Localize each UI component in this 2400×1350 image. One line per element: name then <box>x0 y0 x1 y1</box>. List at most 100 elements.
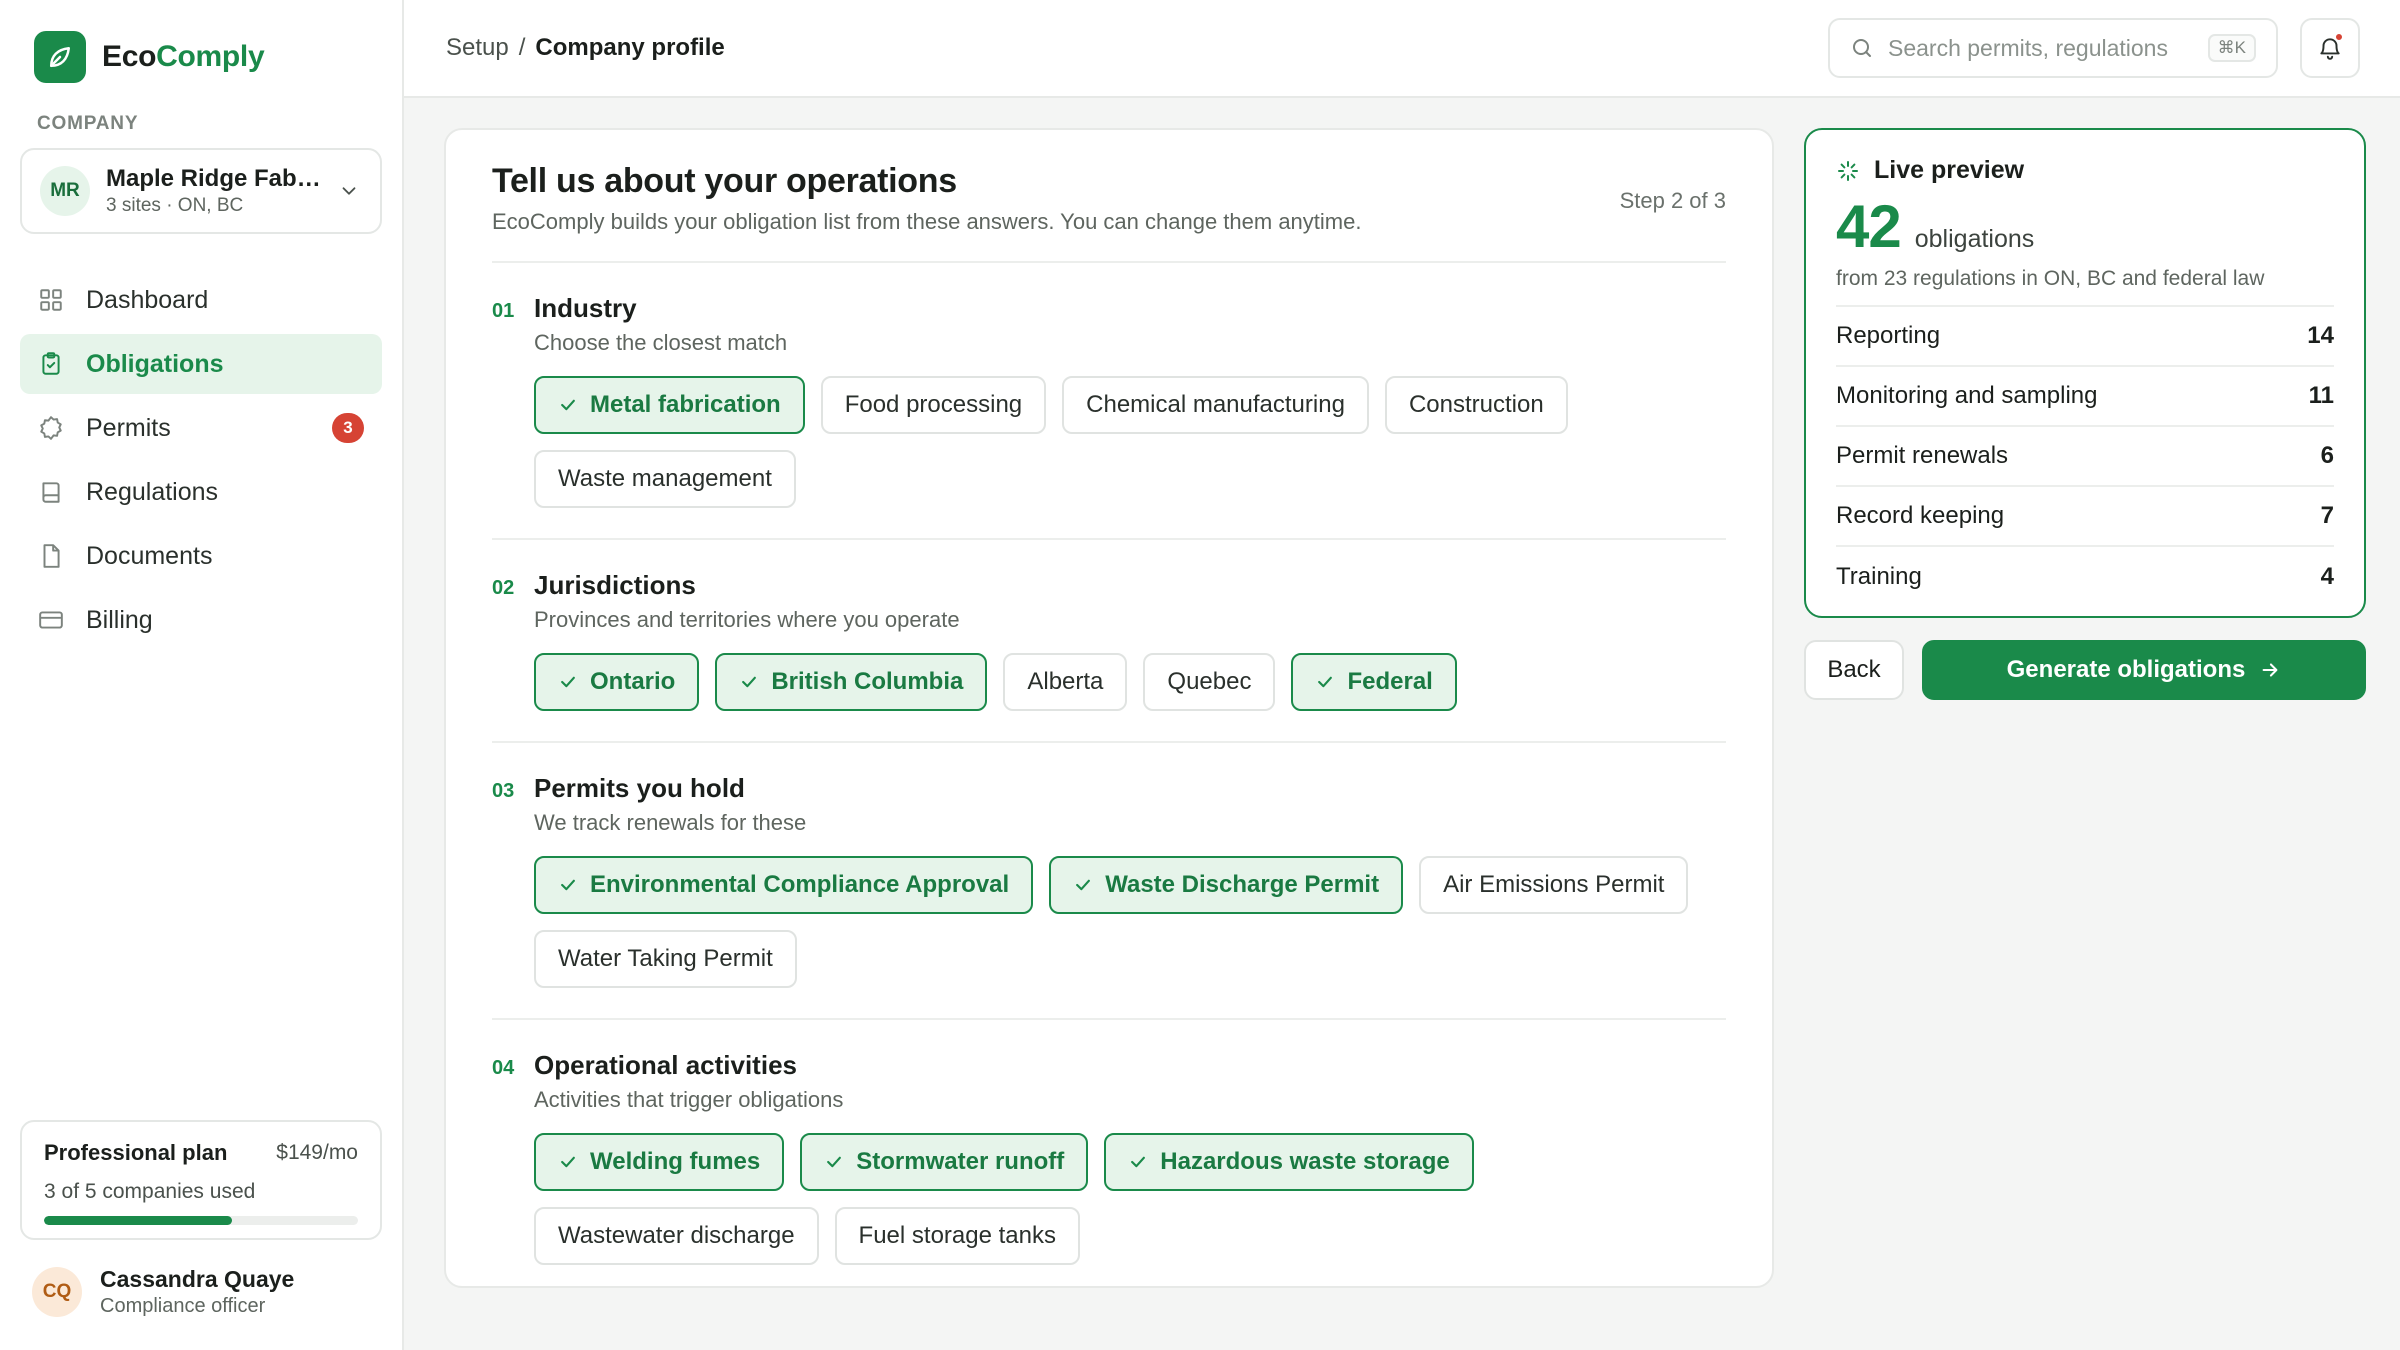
question-title: Operational activities <box>534 1050 797 1080</box>
option-chip[interactable]: Construction <box>1384 376 1568 434</box>
notification-dot <box>2334 32 2344 42</box>
option-label: Food processing <box>844 391 1023 418</box>
option-label: Waste management <box>558 465 772 492</box>
sidebar-item-label: Dashboard <box>86 285 209 314</box>
search-icon <box>1853 39 1871 57</box>
question-subtitle: Choose the closest match <box>534 330 788 355</box>
check-icon <box>827 1156 842 1168</box>
option-chip[interactable]: Welding fumes <box>534 1133 785 1191</box>
company-switcher[interactable]: MR Maple Ridge Fabrication 3 sites · ON,… <box>20 148 382 234</box>
question-section: 01 Industry Choose the closest match Metal … <box>492 263 1726 540</box>
sidebar-item-label: Billing <box>86 605 153 634</box>
breadcrumb-parent[interactable]: Setup <box>446 34 509 62</box>
option-label: Ontario <box>590 668 676 695</box>
sidebar-item-dashboard[interactable]: Dashboard <box>20 270 382 330</box>
permits-count-badge: 3 <box>332 413 364 443</box>
option-chip[interactable]: Wastewater discharge <box>534 1207 819 1265</box>
arrow-right-icon <box>2262 663 2278 677</box>
sparkle-loader-icon <box>1838 160 1858 181</box>
option-label: Wastewater discharge <box>558 1222 795 1249</box>
operations-form: Tell us about your operations EcoComply … <box>444 128 1774 1288</box>
option-chip[interactable]: Ontario <box>534 653 700 711</box>
option-label: Quebec <box>1167 668 1252 695</box>
notifications-button[interactable] <box>2300 18 2360 78</box>
grid-icon <box>40 289 62 311</box>
sidebar-item-documents[interactable]: Documents <box>20 526 382 586</box>
obligation-count: 42 <box>1836 193 1902 260</box>
badge-icon <box>40 416 62 440</box>
sidebar-item-label: Obligations <box>86 349 224 378</box>
sidebar-item-regulations[interactable]: Regulations <box>20 462 382 522</box>
preview-row: Record keeping 7 <box>1836 487 2334 547</box>
check-icon <box>561 399 575 411</box>
option-chip[interactable]: Food processing <box>820 376 1047 434</box>
sidebar-item-obligations[interactable]: Obligations <box>20 334 382 394</box>
generate-obligations-button[interactable]: Generate obligations <box>1922 640 2366 700</box>
option-chip[interactable]: Hazardous waste storage <box>1104 1133 1474 1191</box>
question-number: 04 <box>492 1057 515 1079</box>
option-chip[interactable]: Fuel storage tanks <box>834 1207 1080 1265</box>
company-sub: 3 sites · ON, BC <box>106 195 244 216</box>
plan-progress-fill <box>44 1216 233 1225</box>
option-chip[interactable]: Waste Discharge Permit <box>1049 856 1404 914</box>
option-chip[interactable]: Federal <box>1291 653 1457 711</box>
brand-name: EcoComply <box>102 40 265 73</box>
brand[interactable]: EcoComply <box>20 0 382 114</box>
sidebar-item-permits[interactable]: Permits 3 <box>20 398 382 458</box>
plan-card[interactable]: Professional plan $149/mo 3 of 5 compani… <box>20 1120 382 1240</box>
sidebar-item-billing[interactable]: Billing <box>20 590 382 650</box>
preview-row-label: Training <box>1836 563 1922 590</box>
option-label: Metal fabrication <box>590 391 781 418</box>
search-box[interactable]: ⌘K <box>1828 18 2278 78</box>
option-chip[interactable]: British Columbia <box>715 653 988 711</box>
preview-row-value: 11 <box>2308 382 2334 409</box>
option-label: Alberta <box>1027 668 1104 695</box>
file-icon <box>43 544 60 568</box>
plan-price: $149/mo <box>276 1141 358 1164</box>
option-chip[interactable]: Chemical manufacturing <box>1062 376 1369 434</box>
credit-card-icon <box>39 611 63 629</box>
preview-row-value: 4 <box>2320 563 2334 590</box>
check-icon <box>561 879 575 891</box>
option-label: Chemical manufacturing <box>1086 391 1345 418</box>
option-chip[interactable]: Metal fabrication <box>534 376 805 434</box>
preview-row-label: Monitoring and sampling <box>1836 382 2098 409</box>
option-label: Air Emissions Permit <box>1443 871 1665 898</box>
form-title: Tell us about your operations <box>492 162 957 200</box>
user-profile[interactable]: CQ Cassandra Quaye Compliance officer <box>32 1262 382 1322</box>
company-section-label: COMPANY <box>37 113 139 134</box>
option-chip[interactable]: Stormwater runoff <box>800 1133 1089 1191</box>
check-icon <box>1131 1156 1146 1168</box>
preview-row-value: 7 <box>2320 502 2334 529</box>
search-input[interactable] <box>1888 34 2194 62</box>
check-icon <box>561 676 575 688</box>
preview-row-label: Permit renewals <box>1836 442 2009 469</box>
option-chip[interactable]: Water Taking Permit <box>534 930 797 988</box>
option-label: Federal <box>1347 668 1433 695</box>
check-icon <box>1318 676 1333 688</box>
option-chip[interactable]: Alberta <box>1003 653 1128 711</box>
option-label: Stormwater runoff <box>856 1148 1065 1175</box>
search-shortcut: ⌘K <box>2207 34 2256 62</box>
breadcrumb-current: Company profile <box>535 34 725 61</box>
option-label: Hazardous waste storage <box>1160 1148 1450 1175</box>
option-chip[interactable]: Air Emissions Permit <box>1419 856 1689 914</box>
sidebar-nav: Dashboard Obligations Permits 3 Regulati… <box>20 270 382 650</box>
option-chip[interactable]: Environmental Compliance Approval <box>534 856 1034 914</box>
preview-row-label: Record keeping <box>1836 502 2005 529</box>
option-chips: Welding fumes Stormwater runoff Hazardous … <box>534 1133 1714 1265</box>
option-chip[interactable]: Quebec <box>1143 653 1276 711</box>
question-subtitle: Provinces and territories where you oper… <box>534 607 960 632</box>
step-indicator: Step 2 of 3 <box>1619 188 1726 213</box>
preview-row: Training 4 <box>1836 547 2334 607</box>
option-chip[interactable]: Waste management <box>534 450 796 508</box>
preview-row-value: 6 <box>2320 442 2334 469</box>
user-name: Cassandra Quaye <box>100 1266 295 1292</box>
form-subtitle: EcoComply builds your obligation list fr… <box>492 209 1362 234</box>
preview-row: Reporting 14 <box>1836 307 2334 367</box>
question-number: 02 <box>492 577 515 599</box>
back-button[interactable]: Back <box>1804 640 1904 700</box>
user-avatar: CQ <box>32 1267 82 1317</box>
breadcrumb-separator: / <box>518 34 526 61</box>
check-icon <box>742 676 757 688</box>
